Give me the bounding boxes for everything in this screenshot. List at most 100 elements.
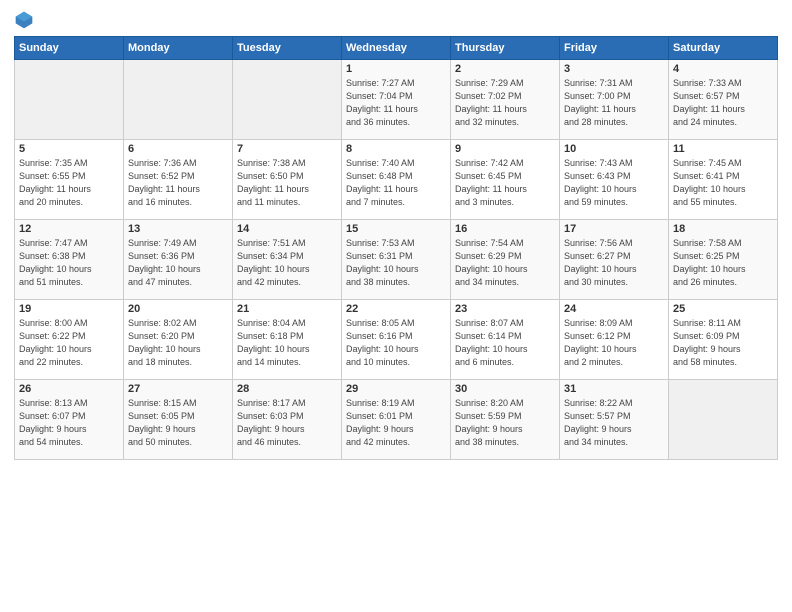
day-info: Sunrise: 7:45 AM Sunset: 6:41 PM Dayligh… <box>673 157 773 209</box>
day-number: 29 <box>346 383 446 395</box>
calendar-cell: 6 Sunrise: 7:36 AM Sunset: 6:52 PM Daylig… <box>124 140 233 220</box>
day-number: 17 <box>564 223 664 235</box>
day-number: 22 <box>346 303 446 315</box>
day-info: Sunrise: 7:33 AM Sunset: 6:57 PM Dayligh… <box>673 77 773 129</box>
calendar-cell: 4 Sunrise: 7:33 AM Sunset: 6:57 PM Daylig… <box>669 60 778 140</box>
day-info: Sunrise: 8:15 AM Sunset: 6:05 PM Dayligh… <box>128 397 228 449</box>
calendar-cell: 27 Sunrise: 8:15 AM Sunset: 6:05 PM Dayli… <box>124 380 233 460</box>
calendar-cell: 28 Sunrise: 8:17 AM Sunset: 6:03 PM Dayli… <box>233 380 342 460</box>
day-info: Sunrise: 8:22 AM Sunset: 5:57 PM Dayligh… <box>564 397 664 449</box>
calendar-cell: 11 Sunrise: 7:45 AM Sunset: 6:41 PM Dayli… <box>669 140 778 220</box>
calendar-cell: 30Sunrise: 8:20 AM Sunset: 5:59 PM Dayli… <box>451 380 560 460</box>
weekday-header: Monday <box>124 37 233 60</box>
day-number: 13 <box>128 223 228 235</box>
day-info: Sunrise: 8:09 AM Sunset: 6:12 PM Dayligh… <box>564 317 664 369</box>
weekday-header: Friday <box>560 37 669 60</box>
calendar-cell: 16Sunrise: 7:54 AM Sunset: 6:29 PM Dayli… <box>451 220 560 300</box>
calendar-cell: 19 Sunrise: 8:00 AM Sunset: 6:22 PM Dayli… <box>15 300 124 380</box>
day-info: Sunrise: 8:17 AM Sunset: 6:03 PM Dayligh… <box>237 397 337 449</box>
calendar-cell: 17 Sunrise: 7:56 AM Sunset: 6:27 PM Dayli… <box>560 220 669 300</box>
calendar-cell: 5 Sunrise: 7:35 AM Sunset: 6:55 PM Daylig… <box>15 140 124 220</box>
calendar-cell: 21 Sunrise: 8:04 AM Sunset: 6:18 PM Dayli… <box>233 300 342 380</box>
day-number: 30 <box>455 383 555 395</box>
day-number: 2 <box>455 63 555 75</box>
day-number: 23 <box>455 303 555 315</box>
calendar-cell: 7 Sunrise: 7:38 AM Sunset: 6:50 PM Daylig… <box>233 140 342 220</box>
day-info: Sunrise: 7:31 AM Sunset: 7:00 PM Dayligh… <box>564 77 664 129</box>
calendar-cell: 29Sunrise: 8:19 AM Sunset: 6:01 PM Dayli… <box>342 380 451 460</box>
calendar-cell: 26Sunrise: 8:13 AM Sunset: 6:07 PM Dayli… <box>15 380 124 460</box>
day-number: 4 <box>673 63 773 75</box>
day-number: 14 <box>237 223 337 235</box>
weekday-row: SundayMondayTuesdayWednesdayThursdayFrid… <box>15 37 778 60</box>
logo <box>14 10 38 30</box>
day-number: 5 <box>19 143 119 155</box>
day-info: Sunrise: 7:43 AM Sunset: 6:43 PM Dayligh… <box>564 157 664 209</box>
day-number: 6 <box>128 143 228 155</box>
calendar-cell: 23Sunrise: 8:07 AM Sunset: 6:14 PM Dayli… <box>451 300 560 380</box>
calendar-cell <box>669 380 778 460</box>
day-number: 20 <box>128 303 228 315</box>
day-number: 18 <box>673 223 773 235</box>
day-number: 1 <box>346 63 446 75</box>
day-info: Sunrise: 8:05 AM Sunset: 6:16 PM Dayligh… <box>346 317 446 369</box>
day-info: Sunrise: 7:56 AM Sunset: 6:27 PM Dayligh… <box>564 237 664 289</box>
day-number: 24 <box>564 303 664 315</box>
weekday-header: Saturday <box>669 37 778 60</box>
calendar-cell: 9Sunrise: 7:42 AM Sunset: 6:45 PM Daylig… <box>451 140 560 220</box>
day-number: 10 <box>564 143 664 155</box>
day-info: Sunrise: 7:54 AM Sunset: 6:29 PM Dayligh… <box>455 237 555 289</box>
day-number: 31 <box>564 383 664 395</box>
day-number: 3 <box>564 63 664 75</box>
calendar-cell: 1 Sunrise: 7:27 AM Sunset: 7:04 PM Daylig… <box>342 60 451 140</box>
day-info: Sunrise: 7:27 AM Sunset: 7:04 PM Dayligh… <box>346 77 446 129</box>
logo-icon <box>14 10 34 30</box>
day-info: Sunrise: 7:35 AM Sunset: 6:55 PM Dayligh… <box>19 157 119 209</box>
day-number: 9 <box>455 143 555 155</box>
calendar-cell: 15 Sunrise: 7:53 AM Sunset: 6:31 PM Dayli… <box>342 220 451 300</box>
day-number: 7 <box>237 143 337 155</box>
day-number: 25 <box>673 303 773 315</box>
day-info: Sunrise: 7:29 AM Sunset: 7:02 PM Dayligh… <box>455 77 555 129</box>
day-number: 28 <box>237 383 337 395</box>
day-number: 8 <box>346 143 446 155</box>
calendar-header: SundayMondayTuesdayWednesdayThursdayFrid… <box>15 37 778 60</box>
day-info: Sunrise: 8:00 AM Sunset: 6:22 PM Dayligh… <box>19 317 119 369</box>
day-info: Sunrise: 7:36 AM Sunset: 6:52 PM Dayligh… <box>128 157 228 209</box>
day-info: Sunrise: 7:58 AM Sunset: 6:25 PM Dayligh… <box>673 237 773 289</box>
weekday-header: Sunday <box>15 37 124 60</box>
calendar-cell: 24 Sunrise: 8:09 AM Sunset: 6:12 PM Dayli… <box>560 300 669 380</box>
day-number: 19 <box>19 303 119 315</box>
weekday-header: Thursday <box>451 37 560 60</box>
main-container: SundayMondayTuesdayWednesdayThursdayFrid… <box>0 0 792 612</box>
day-info: Sunrise: 8:02 AM Sunset: 6:20 PM Dayligh… <box>128 317 228 369</box>
weekday-header: Wednesday <box>342 37 451 60</box>
day-info: Sunrise: 7:51 AM Sunset: 6:34 PM Dayligh… <box>237 237 337 289</box>
calendar-cell: 10 Sunrise: 7:43 AM Sunset: 6:43 PM Dayli… <box>560 140 669 220</box>
day-number: 15 <box>346 223 446 235</box>
calendar-cell: 18 Sunrise: 7:58 AM Sunset: 6:25 PM Dayli… <box>669 220 778 300</box>
calendar-cell: 14 Sunrise: 7:51 AM Sunset: 6:34 PM Dayli… <box>233 220 342 300</box>
header <box>14 10 778 30</box>
day-info: Sunrise: 8:11 AM Sunset: 6:09 PM Dayligh… <box>673 317 773 369</box>
day-number: 27 <box>128 383 228 395</box>
day-info: Sunrise: 7:40 AM Sunset: 6:48 PM Dayligh… <box>346 157 446 209</box>
calendar: SundayMondayTuesdayWednesdayThursdayFrid… <box>14 36 778 460</box>
calendar-cell: 31 Sunrise: 8:22 AM Sunset: 5:57 PM Dayli… <box>560 380 669 460</box>
day-number: 12 <box>19 223 119 235</box>
day-number: 11 <box>673 143 773 155</box>
calendar-week-row: 26Sunrise: 8:13 AM Sunset: 6:07 PM Dayli… <box>15 380 778 460</box>
day-number: 21 <box>237 303 337 315</box>
day-info: Sunrise: 7:49 AM Sunset: 6:36 PM Dayligh… <box>128 237 228 289</box>
calendar-cell: 13 Sunrise: 7:49 AM Sunset: 6:36 PM Dayli… <box>124 220 233 300</box>
calendar-cell: 22 Sunrise: 8:05 AM Sunset: 6:16 PM Dayli… <box>342 300 451 380</box>
day-info: Sunrise: 8:04 AM Sunset: 6:18 PM Dayligh… <box>237 317 337 369</box>
weekday-header: Tuesday <box>233 37 342 60</box>
day-info: Sunrise: 7:47 AM Sunset: 6:38 PM Dayligh… <box>19 237 119 289</box>
calendar-week-row: 12 Sunrise: 7:47 AM Sunset: 6:38 PM Dayli… <box>15 220 778 300</box>
day-info: Sunrise: 7:53 AM Sunset: 6:31 PM Dayligh… <box>346 237 446 289</box>
day-number: 26 <box>19 383 119 395</box>
calendar-cell <box>15 60 124 140</box>
day-info: Sunrise: 7:38 AM Sunset: 6:50 PM Dayligh… <box>237 157 337 209</box>
calendar-week-row: 1 Sunrise: 7:27 AM Sunset: 7:04 PM Daylig… <box>15 60 778 140</box>
